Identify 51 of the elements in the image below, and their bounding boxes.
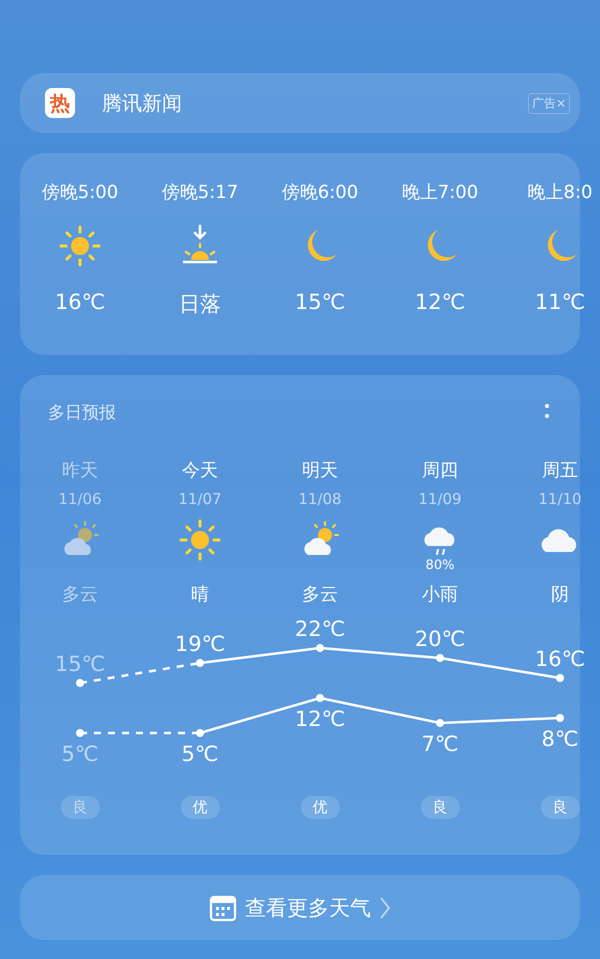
sun-icon (58, 224, 102, 268)
low-temperature: 7℃ (422, 732, 458, 756)
hour-value: 16℃ (54, 290, 106, 314)
hour-time: 傍晚5:17 (162, 181, 238, 205)
weather-condition: 多云 (302, 583, 338, 607)
app-logo: 热 (45, 88, 75, 118)
sun-icon (178, 518, 222, 562)
weather-condition: 阴 (551, 583, 569, 607)
hour-value: 11℃ (534, 290, 586, 314)
more-weather-button[interactable]: 查看更多天气 (20, 875, 580, 940)
day-label: 今天 (182, 459, 218, 483)
day-date: 11/08 (298, 490, 342, 510)
hour-time: 晚上8:0 (528, 181, 592, 205)
high-temperature: 15℃ (54, 652, 106, 676)
low-temperature: 5℃ (182, 742, 218, 766)
weather-condition: 晴 (191, 583, 209, 607)
ad-card[interactable]: 热 腾讯新闻 广告× (20, 73, 580, 133)
day-label: 周五 (542, 459, 578, 483)
hour-time: 傍晚5:00 (42, 181, 118, 205)
weather-condition: 小雨 (422, 583, 458, 607)
day-date: 11/10 (538, 490, 582, 510)
high-temperature: 19℃ (174, 632, 226, 656)
low-temperature: 12℃ (294, 707, 346, 731)
low-temperature: 8℃ (542, 727, 578, 751)
air-quality-badge: 良 (540, 796, 580, 819)
hour-time: 晚上7:00 (402, 181, 478, 205)
low-temperature: 5℃ (62, 742, 98, 766)
day-date: 11/06 (58, 490, 102, 510)
ad-title: 腾讯新闻 (102, 90, 182, 116)
day-label: 昨天 (62, 459, 98, 483)
air-quality-badge: 良 (420, 796, 460, 819)
air-quality-badge: 优 (300, 796, 340, 819)
hour-value: 12℃ (414, 290, 466, 314)
day-label: 周四 (422, 459, 458, 483)
day-date: 11/07 (178, 490, 222, 510)
ad-badge[interactable]: 广告× (528, 92, 570, 114)
day-label: 明天 (302, 459, 338, 483)
high-temperature: 16℃ (534, 647, 586, 671)
hour-value: 日落 (179, 291, 221, 318)
hour-time: 傍晚6:00 (282, 181, 358, 205)
hour-value: 15℃ (294, 290, 346, 314)
day-date: 11/09 (418, 490, 462, 510)
air-quality-badge: 优 (180, 796, 220, 819)
air-quality-badge: 良 (60, 796, 100, 819)
chevron-right-icon (379, 896, 391, 920)
weather-condition: 多云 (62, 583, 98, 607)
high-temperature: 20℃ (414, 627, 466, 651)
precipitation-chance: 80% (426, 558, 454, 573)
calendar-icon (209, 894, 237, 922)
forecast-title: 多日预报 (48, 402, 116, 424)
high-temperature: 22℃ (294, 617, 346, 641)
